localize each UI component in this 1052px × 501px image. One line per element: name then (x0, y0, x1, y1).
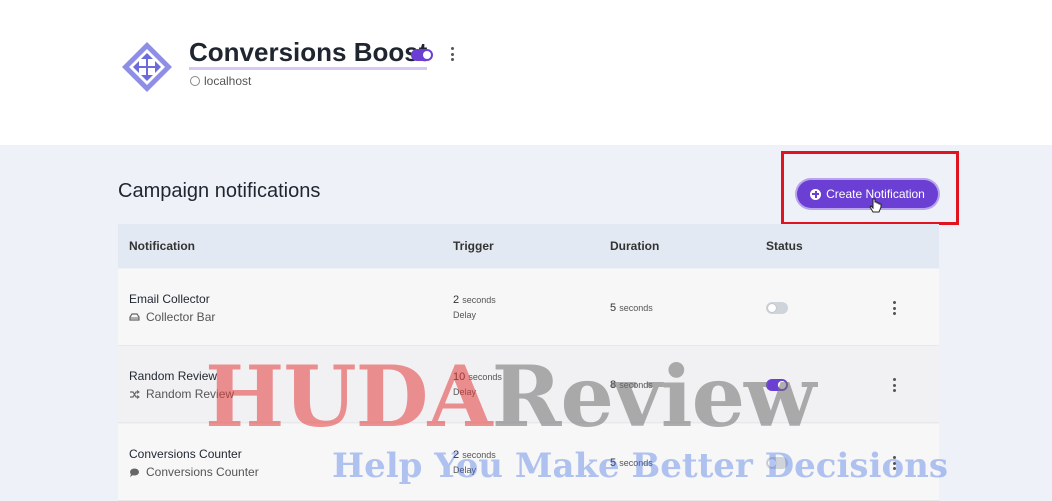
table-row[interactable]: Email Collector Collector Bar 2 seconds … (118, 269, 939, 346)
site-options-kebab-icon[interactable] (450, 47, 454, 61)
shuffle-icon (130, 389, 140, 399)
site-url-text: localhost (204, 74, 252, 88)
trigger-label: Delay (453, 310, 477, 320)
notification-type-label: Conversions Counter (146, 465, 259, 479)
watermark-part-a: HUDA (205, 347, 493, 446)
watermark-main: HUDAReview (205, 352, 816, 442)
site-title: Conversions Boost (189, 38, 428, 70)
column-header-duration: Duration (610, 239, 660, 253)
create-notification-button[interactable]: Create Notification (797, 180, 938, 208)
watermark-tagline: Help You Make Better Decisions (332, 446, 949, 486)
site-logo-icon (122, 42, 172, 92)
site-header: Conversions Boost localhost (0, 0, 1052, 145)
notification-type: Conversions Counter (129, 465, 259, 479)
column-header-status: Status (766, 239, 803, 253)
watermark-part-b: Review (491, 347, 817, 446)
chat-bubble-icon (130, 468, 139, 477)
trigger-number: 2 (453, 294, 460, 306)
column-header-notification: Notification (129, 239, 195, 253)
duration-unit: seconds (619, 303, 653, 313)
notification-type-label: Collector Bar (146, 310, 216, 324)
status-toggle[interactable] (766, 302, 788, 314)
site-url: localhost (190, 74, 251, 88)
notification-name: Random Review (129, 369, 218, 383)
row-options-kebab-icon[interactable] (892, 378, 896, 392)
notification-name: Email Collector (129, 292, 210, 306)
trigger-unit: seconds (462, 295, 496, 305)
section-title: Campaign notifications (118, 180, 321, 202)
collector-bar-icon (129, 312, 140, 321)
duration-value: 5 seconds (610, 302, 653, 314)
hand-cursor-icon (869, 198, 882, 213)
row-options-kebab-icon[interactable] (892, 301, 896, 315)
plus-circle-icon (810, 188, 822, 200)
duration-number: 5 (610, 302, 617, 314)
column-header-trigger: Trigger (453, 239, 494, 253)
site-enabled-toggle[interactable] (411, 49, 433, 61)
notification-type: Collector Bar (129, 310, 215, 324)
table-header: Notification Trigger Duration Status (118, 224, 939, 268)
globe-icon (190, 76, 200, 86)
notification-name: Conversions Counter (129, 447, 242, 461)
trigger-value: 2 seconds (453, 294, 496, 306)
